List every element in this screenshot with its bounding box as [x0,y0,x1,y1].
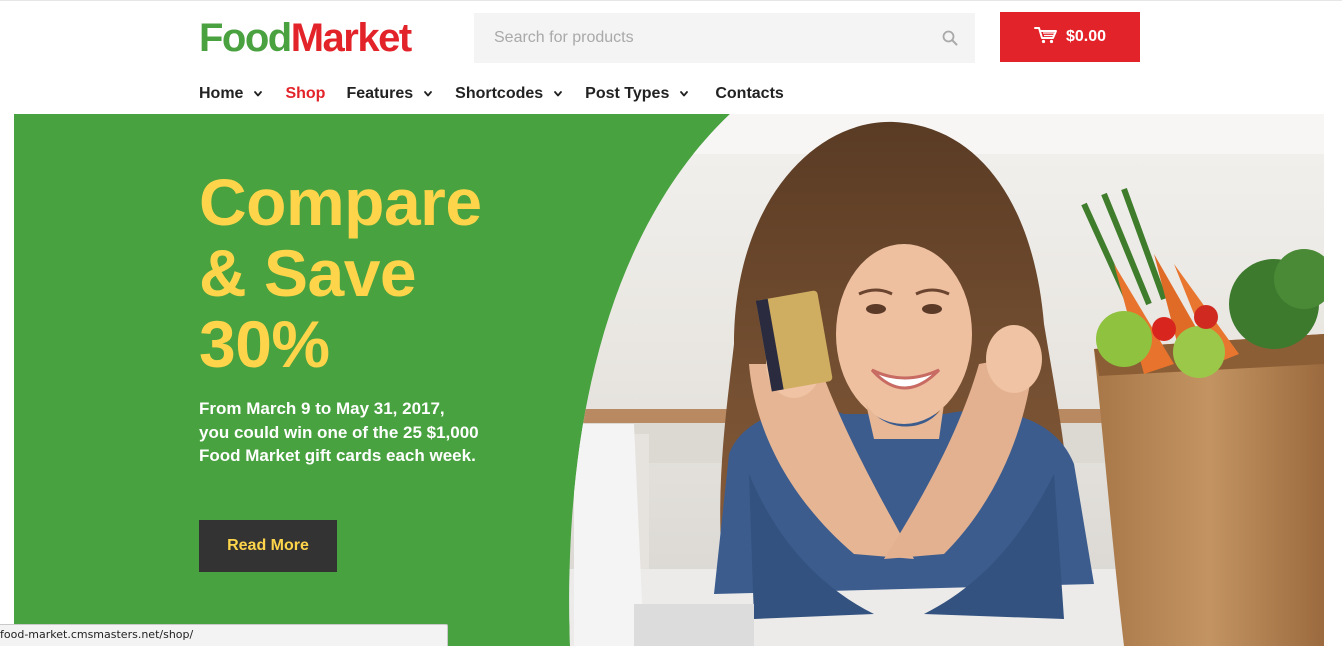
logo-market-text: Market [290,16,412,60]
hero-text-line: you could win one of the 25 $1,000 [199,422,479,442]
site-logo[interactable]: FoodMarket [199,16,412,60]
nav-item-shop[interactable]: Shop [285,85,325,103]
hero-text-line: From March 9 to May 31, 2017, [199,399,445,418]
hero-title-line: 30% [199,307,330,381]
cart-button[interactable]: $0.00 [1000,12,1140,62]
cart-icon [1033,26,1058,49]
hero-title-line: Compare [199,165,482,239]
nav-item-shortcodes[interactable]: Shortcodes [455,85,563,103]
chevron-down-icon [423,89,433,99]
nav-item-label: Shortcodes [455,85,544,102]
chevron-down-icon [553,89,563,99]
nav-item-features[interactable]: Features [346,85,433,103]
main-nav: Home Shop Features Shortcodes Post Types… [199,82,800,106]
search-input[interactable] [474,13,925,63]
read-more-button[interactable]: Read More [199,520,337,572]
hero-text-line: Food Market gift cards each week. [199,446,476,465]
search-icon[interactable] [925,13,975,63]
nav-item-label: Post Types [585,85,670,102]
status-bar-url: food-market.cmsmasters.net/shop/ [0,624,448,646]
cart-total: $0.00 [1065,28,1107,45]
nav-item-label: Home [199,85,244,102]
search-bar [474,13,975,63]
hero-title-line: & Save [199,236,417,310]
nav-item-label: Shop [285,85,326,102]
logo-food-text: Food [199,16,292,60]
chevron-down-icon [253,89,263,99]
hero-title: Compare & Save 30% [199,167,619,380]
nav-item-home[interactable]: Home [199,85,263,103]
nav-item-contacts[interactable]: Contacts [715,85,783,103]
hero-description: From March 9 to May 31, 2017, you could … [199,397,519,468]
nav-item-label: Features [346,85,414,102]
nav-item-post-types[interactable]: Post Types [585,85,689,103]
chevron-down-icon [679,89,689,99]
top-divider [0,0,1342,1]
nav-item-label: Contacts [715,85,784,102]
